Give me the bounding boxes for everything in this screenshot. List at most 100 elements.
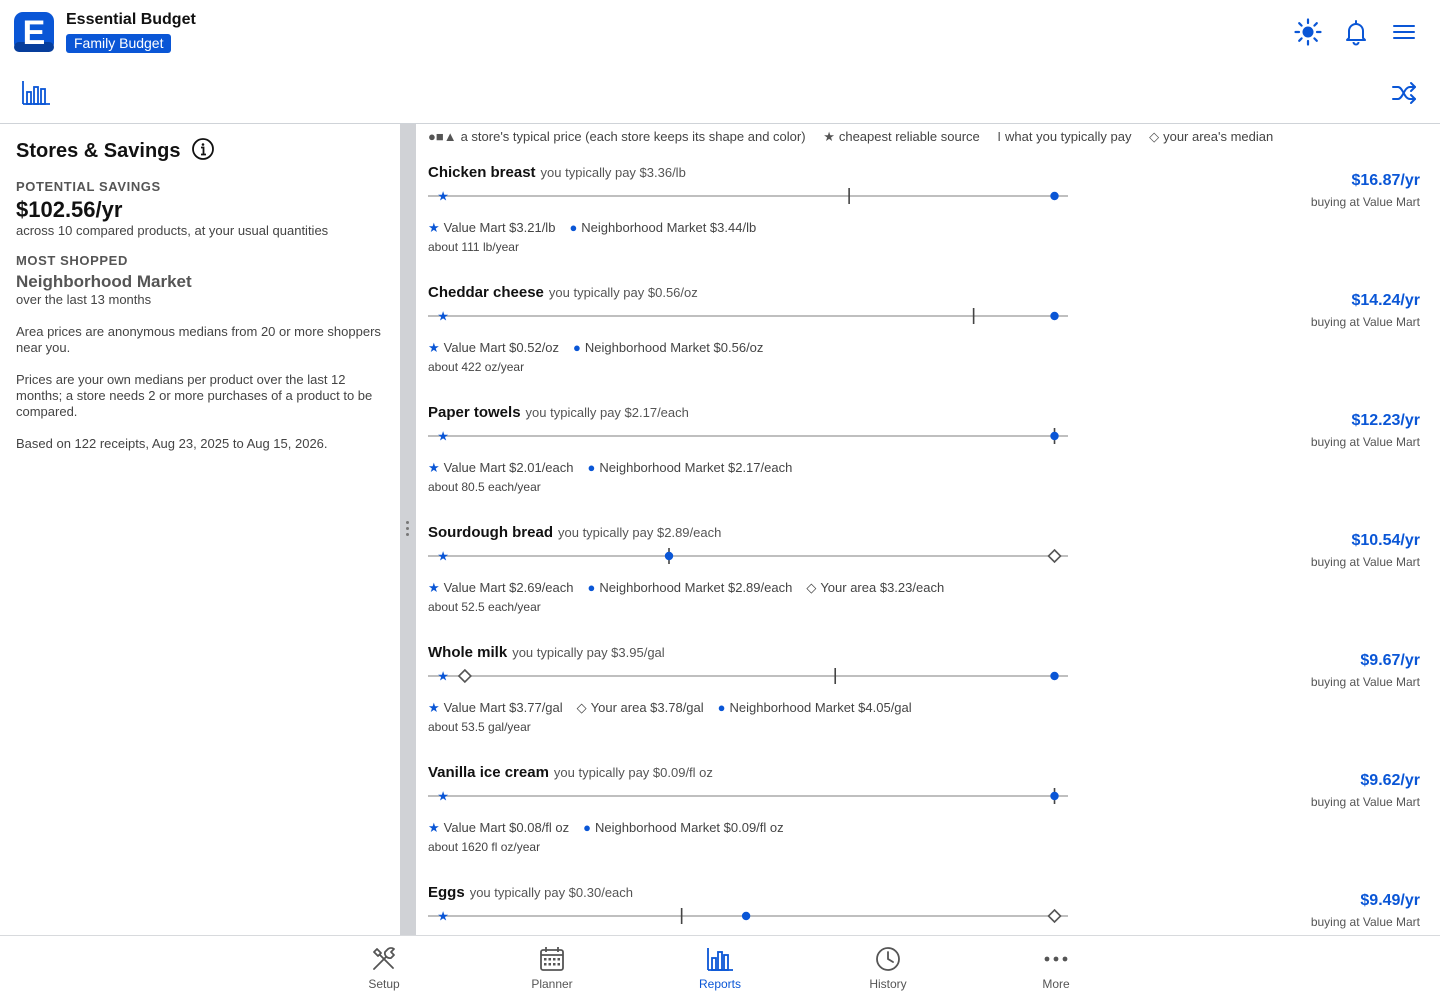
- star-icon: ★: [428, 460, 440, 475]
- product-comparison-list[interactable]: ●■▲ a store's typical price (each store k…: [416, 124, 1440, 936]
- product-header: Paper towels you typically pay $2.17/each: [428, 404, 689, 422]
- price-range-track: ★: [428, 668, 1068, 685]
- store-price-list: ★ Value Mart $3.21/lb ● Neighborhood Market…: [428, 220, 770, 236]
- store-price-text: Value Mart $0.52/oz: [443, 340, 560, 355]
- store-price-text: Your area $3.78/gal: [590, 700, 704, 715]
- menu-icon[interactable]: [1389, 17, 1419, 47]
- store-shapes-icon: ●■▲: [428, 129, 457, 144]
- savings-amount: $9.62/yr: [1360, 772, 1420, 789]
- product-name: Cheddar cheese: [428, 284, 544, 301]
- star-icon: ★: [428, 220, 440, 235]
- legend-you-pay: Iwhat you typically pay: [997, 129, 1132, 144]
- store-price-list: ★ Value Mart $3.77/gal ◇ Your area $3.78/ga…: [428, 700, 926, 716]
- diamond-icon: ◇: [1149, 129, 1160, 144]
- nav-more[interactable]: More: [1016, 944, 1096, 991]
- product-name: Sourdough bread: [428, 524, 553, 541]
- store-price-dot: [741, 911, 751, 921]
- you-pay-text: you typically pay $0.30/each: [469, 885, 634, 900]
- star-icon: ★: [428, 580, 440, 595]
- you-pay-text: you typically pay $2.17/each: [525, 405, 689, 420]
- store-price-dot: [1050, 431, 1059, 441]
- sun-icon[interactable]: [1293, 17, 1323, 47]
- product-row[interactable]: Whole milk you typically pay $3.95/gal ★ ★ V…: [416, 644, 1440, 764]
- cheapest-star: ★: [437, 910, 449, 925]
- product-name: Whole milk: [428, 644, 508, 661]
- shuffle-icon[interactable]: [1390, 80, 1418, 106]
- savings-amount: $10.54/yr: [1351, 532, 1420, 549]
- product-header: Whole milk you typically pay $3.95/gal: [428, 644, 665, 662]
- cheapest-star: ★: [437, 670, 449, 685]
- store-price-text: Value Mart $3.21/lb: [443, 220, 556, 235]
- savings-amount: $9.49/yr: [1360, 892, 1420, 909]
- dot-icon: ●: [717, 700, 726, 715]
- you-pay-text: you typically pay $0.09/fl oz: [553, 765, 713, 780]
- price-range-track: ★: [428, 188, 1068, 205]
- panel-title: Stores & Savings: [16, 140, 181, 162]
- store-price-dot: [1050, 671, 1059, 681]
- store-price-dot: [1050, 191, 1059, 201]
- store-price-item: ★ Value Mart $3.77/gal: [428, 700, 563, 715]
- store-price-list: ★ Value Mart $0.08/fl oz ● Neighborhood Mar…: [428, 820, 798, 836]
- store-price-item: ● Neighborhood Market $2.17/each: [588, 460, 793, 475]
- product-header: Chicken breast you typically pay $3.36/lb: [428, 164, 686, 182]
- product-header: Cheddar cheese you typically pay $0.56/oz: [428, 284, 698, 302]
- product-row[interactable]: Eggs you typically pay $0.30/each ★ $9.49/y…: [416, 884, 1440, 936]
- app-header: E Essential Budget Family Budget: [0, 0, 1440, 64]
- nav-planner[interactable]: Planner: [512, 944, 592, 991]
- product-row[interactable]: Chicken breast you typically pay $3.36/lb…: [416, 164, 1440, 284]
- star-icon: ★: [428, 340, 440, 355]
- bar-chart-icon[interactable]: [20, 78, 52, 108]
- store-price-text: Value Mart $0.08/fl oz: [443, 820, 570, 835]
- star-icon: ★: [428, 700, 440, 715]
- product-row[interactable]: Cheddar cheese you typically pay $0.56/oz…: [416, 284, 1440, 404]
- store-price-list: ★ Value Mart $0.52/oz ● Neighborhood Market…: [428, 340, 777, 356]
- tools-icon: [373, 947, 395, 970]
- cheapest-star: ★: [437, 190, 449, 205]
- potential-savings-label: POTENTIAL SAVINGS: [16, 179, 161, 194]
- info-icon[interactable]: [191, 137, 215, 161]
- budget-selector[interactable]: Family Budget: [66, 34, 172, 53]
- most-shopped-label: MOST SHOPPED: [16, 253, 128, 268]
- nav-setup[interactable]: Setup: [344, 944, 424, 991]
- app-logo: E: [14, 12, 54, 52]
- product-name: Chicken breast: [428, 164, 536, 181]
- store-price-text: Neighborhood Market $4.05/gal: [729, 700, 912, 715]
- tick-icon: I: [997, 129, 1002, 144]
- product-row[interactable]: Sourdough bread you typically pay $2.89/e…: [416, 524, 1440, 644]
- cheapest-star: ★: [437, 430, 449, 445]
- you-pay-text: you typically pay $3.95/gal: [512, 645, 665, 660]
- you-pay-text: you typically pay $0.56/oz: [548, 285, 698, 300]
- product-header: Sourdough bread you typically pay $2.89/e…: [428, 524, 721, 542]
- store-price-text: Value Mart $3.77/gal: [443, 700, 563, 715]
- store-price-item: ● Neighborhood Market $0.09/fl oz: [583, 820, 783, 835]
- diamond-icon: ◇: [806, 580, 817, 595]
- calendar-icon: [540, 947, 564, 971]
- nav-reports[interactable]: Reports: [680, 944, 760, 991]
- star-icon: ★: [823, 129, 835, 144]
- savings-source: buying at Value Mart: [1310, 435, 1420, 449]
- store-price-text: Neighborhood Market $3.44/lb: [581, 220, 757, 235]
- you-pay-text: you typically pay $2.89/each: [558, 525, 722, 540]
- product-row[interactable]: Vanilla ice cream you typically pay $0.09…: [416, 764, 1440, 884]
- savings-amount: $12.23/yr: [1351, 412, 1420, 429]
- ellipsis-icon: [1044, 956, 1068, 962]
- savings-source: buying at Value Mart: [1310, 555, 1420, 569]
- splitter-grip-icon[interactable]: [406, 521, 410, 539]
- dot-icon: ●: [573, 340, 581, 355]
- prices-note: Prices are your own medians per product …: [16, 372, 373, 419]
- potential-savings-note: across 10 compared products, at your usu…: [16, 223, 329, 238]
- price-range-track: ★: [428, 548, 1068, 565]
- product-row[interactable]: Paper towels you typically pay $2.17/each…: [416, 404, 1440, 524]
- usage-quantity: about 52.5 each/year: [428, 600, 541, 614]
- toolbar: [0, 64, 1440, 124]
- legend-median: ◇ your area's median: [1149, 129, 1274, 144]
- area-prices-note: Area prices are anonymous medians from 2…: [16, 324, 381, 355]
- savings-amount: $9.67/yr: [1360, 652, 1420, 669]
- store-price-item: ● Neighborhood Market $0.56/oz: [573, 340, 763, 355]
- store-price-item: ● Neighborhood Market $3.44/lb: [569, 220, 756, 235]
- bell-icon[interactable]: [1341, 17, 1371, 47]
- store-price-text: Neighborhood Market $2.89/each: [599, 580, 793, 595]
- store-price-text: Neighborhood Market $0.09/fl oz: [595, 820, 784, 835]
- nav-history[interactable]: History: [848, 944, 928, 991]
- potential-savings-value: $102.56/yr: [16, 197, 123, 222]
